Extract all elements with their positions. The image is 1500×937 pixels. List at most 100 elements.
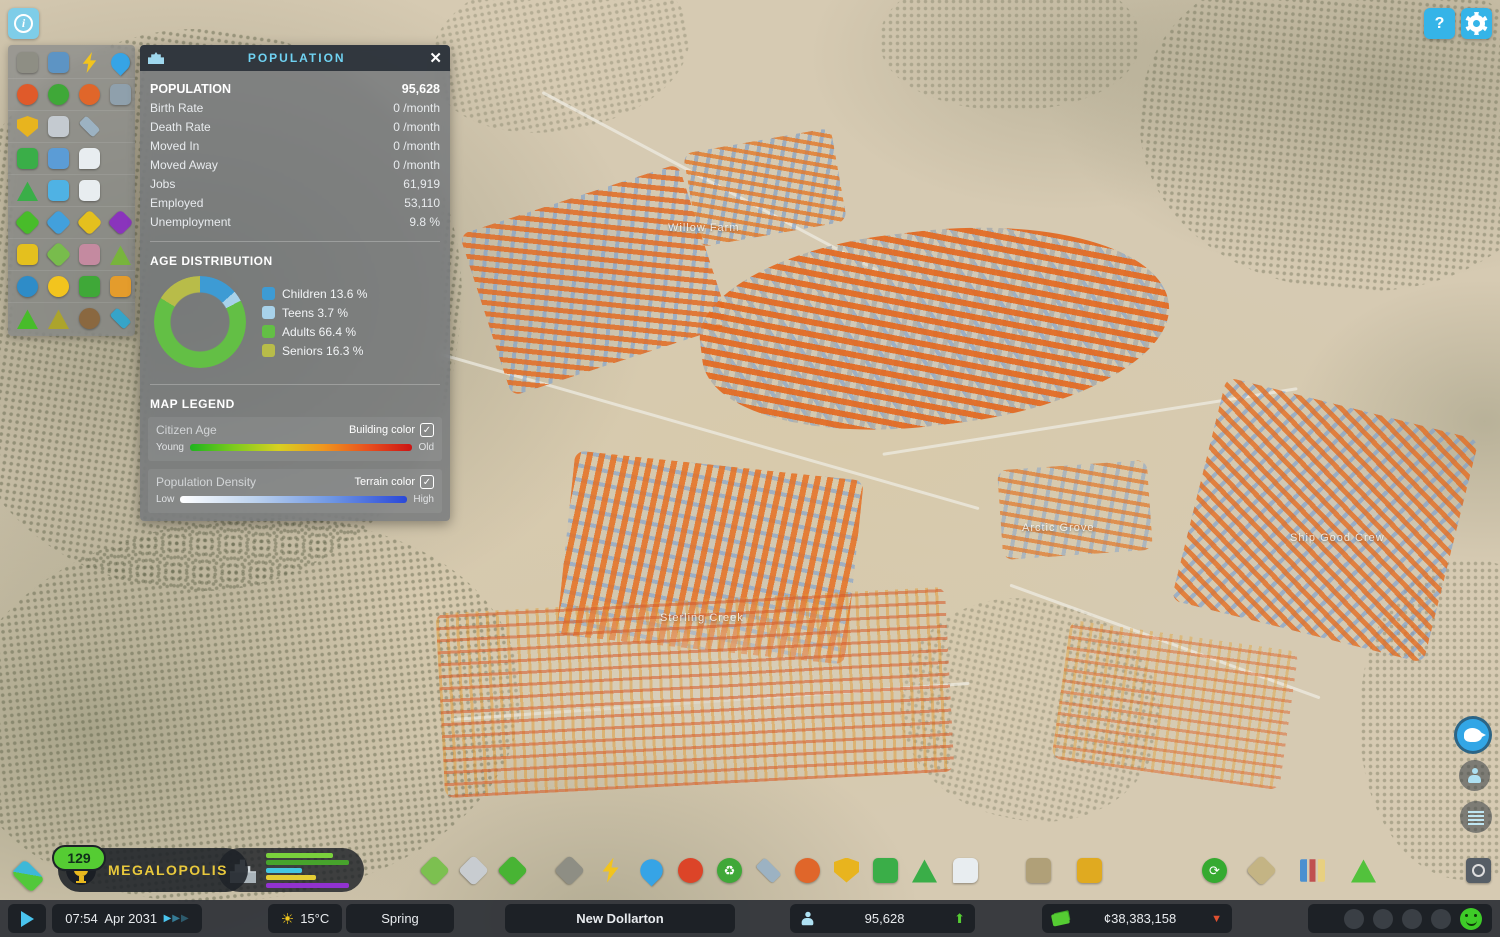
- stat-value: 95,628: [401, 81, 440, 96]
- notification-dim-3[interactable]: [1402, 908, 1422, 929]
- areas-tool-icon[interactable]: [457, 854, 490, 886]
- fertility-infoview-icon[interactable]: [48, 309, 69, 329]
- money-widget[interactable]: ¢38,383,158 ▼: [1042, 904, 1232, 933]
- legend-label: Adults 66.4 %: [282, 324, 357, 339]
- garbage-infoview-icon[interactable]: [48, 84, 69, 105]
- population-density-label: Population Density: [156, 475, 257, 489]
- groundwater-infoview-icon[interactable]: [45, 209, 72, 236]
- infoviews-toggle-button[interactable]: i: [8, 8, 39, 39]
- electricity-tool-icon[interactable]: [602, 857, 619, 883]
- bulldozer-tool-icon[interactable]: [1077, 857, 1102, 883]
- progression-tool-icon[interactable]: [1351, 859, 1376, 883]
- journal-button[interactable]: [1460, 801, 1492, 833]
- signage-infoview-icon[interactable]: [48, 52, 69, 73]
- expansion-points-badge[interactable]: 129: [52, 845, 106, 871]
- hills-infoview-icon[interactable]: [17, 309, 38, 329]
- terrain-infoview-icon[interactable]: [14, 209, 41, 236]
- stat-label: Moved Away: [150, 157, 218, 172]
- zones-infoview-icon[interactable]: [48, 180, 69, 201]
- administration-infoview-icon[interactable]: [48, 116, 69, 137]
- infoviews-panel: [8, 45, 135, 336]
- legend-swatch: [262, 306, 275, 319]
- police-tool-icon[interactable]: [834, 857, 859, 883]
- maintenance-infoview-icon[interactable]: [110, 84, 131, 105]
- infoview-row: [8, 111, 135, 143]
- routes-infoview-icon[interactable]: [79, 180, 100, 201]
- parks-tool-icon[interactable]: [912, 859, 937, 883]
- stat-row: Employed 53,110: [150, 193, 440, 212]
- followed-citizen-button[interactable]: [1459, 760, 1490, 791]
- resources-tool-icon[interactable]: ⟳: [1202, 857, 1227, 883]
- map-forest-patch: [418, 0, 702, 152]
- notification-dim-4[interactable]: [1431, 908, 1451, 929]
- settings-button[interactable]: [1461, 8, 1492, 39]
- notes-icon: [1468, 809, 1484, 825]
- map-forest-patch: [1126, 0, 1500, 308]
- photo-mode-tool-icon[interactable]: [1466, 857, 1491, 883]
- nature-infoview-icon[interactable]: [110, 245, 131, 265]
- education-infoview-icon[interactable]: [78, 115, 101, 138]
- roads-tool-icon[interactable]: [553, 854, 586, 886]
- noise-infoview-icon[interactable]: [79, 308, 100, 329]
- notification-dim-1[interactable]: [1344, 908, 1364, 929]
- chirper-button[interactable]: [1454, 716, 1492, 754]
- terrain-color-checkbox[interactable]: ✓: [420, 475, 434, 489]
- police-infoview-icon[interactable]: [17, 116, 38, 137]
- season-label: Spring: [381, 911, 419, 926]
- healthcare-infoview-icon[interactable]: [17, 84, 38, 105]
- temperature-widget[interactable]: ☀ 15°C: [268, 904, 342, 933]
- trends-infoview-icon[interactable]: [79, 244, 100, 265]
- legend-entry: Seniors 16.3 %: [262, 344, 367, 358]
- citizen-age-label: Citizen Age: [156, 423, 217, 437]
- stat-value: 0 /month: [393, 119, 440, 134]
- garbage-tool-icon[interactable]: ♻: [717, 857, 742, 883]
- fire-rescue-infoview-icon[interactable]: [79, 84, 100, 105]
- map-overview-tool-icon[interactable]: [1245, 854, 1278, 886]
- close-icon[interactable]: ✕: [429, 51, 442, 66]
- terraforming-tool-icon[interactable]: [1026, 857, 1051, 883]
- transportation-infoview-icon[interactable]: [17, 148, 38, 169]
- statistics-tool-icon[interactable]: [1300, 858, 1325, 882]
- progress-bar: [266, 860, 349, 865]
- transportation-tool-icon[interactable]: [873, 857, 898, 883]
- workplaces-infoview-icon[interactable]: [110, 276, 131, 297]
- pollution-infoview-icon[interactable]: [107, 209, 134, 236]
- landscaping-tool-icon[interactable]: [496, 854, 529, 886]
- building-color-checkbox[interactable]: ✓: [420, 423, 434, 437]
- communications-tool-icon[interactable]: [953, 857, 978, 883]
- help-button[interactable]: ?: [1424, 8, 1455, 39]
- education-tool-icon[interactable]: [755, 856, 782, 884]
- post-infoview-icon[interactable]: [48, 148, 69, 169]
- gradient-high-label: Old: [418, 442, 434, 453]
- fire-rescue-tool-icon[interactable]: [795, 857, 820, 883]
- stat-value: 53,110: [404, 195, 440, 210]
- healthcare-tool-icon[interactable]: [678, 857, 703, 883]
- shoreline-infoview-icon[interactable]: [109, 307, 132, 330]
- economy-infoview-icon[interactable]: [79, 276, 100, 297]
- roads-infoview-icon[interactable]: [17, 52, 38, 73]
- play-pause-button[interactable]: [8, 904, 46, 933]
- land-map-infoview-icon[interactable]: [45, 241, 72, 268]
- water-infoview-icon[interactable]: [107, 49, 134, 76]
- zoning-tool-icon[interactable]: [418, 854, 451, 886]
- stat-label: POPULATION: [150, 81, 232, 96]
- simulation-speed-control[interactable]: ▶ ▶ ▶: [164, 913, 189, 924]
- residential-infoview-icon[interactable]: [17, 244, 38, 265]
- population-panel: POPULATION ✕ POPULATION 95,628 Birth Rat…: [140, 45, 450, 521]
- progress-bar: [266, 882, 350, 888]
- population-widget[interactable]: 95,628 ⬆: [790, 904, 975, 933]
- happiness-infoview-icon[interactable]: [48, 276, 69, 297]
- notification-dim-2[interactable]: [1373, 908, 1393, 929]
- tourism-infoview-icon[interactable]: [17, 276, 38, 297]
- land-value-infoview-icon[interactable]: [76, 209, 103, 236]
- telecom-infoview-icon[interactable]: [79, 148, 100, 169]
- happiness-smiley-icon[interactable]: [1460, 907, 1482, 930]
- progress-bar: [266, 875, 316, 880]
- water-sewage-tool-icon[interactable]: [635, 854, 668, 886]
- divider: [150, 384, 440, 385]
- city-name-widget[interactable]: New Dollarton: [505, 904, 735, 933]
- parks-infoview-icon[interactable]: [17, 181, 38, 201]
- electricity-infoview-icon[interactable]: [82, 52, 97, 73]
- stat-row: POPULATION 95,628: [150, 79, 440, 98]
- info-icon: i: [14, 14, 33, 33]
